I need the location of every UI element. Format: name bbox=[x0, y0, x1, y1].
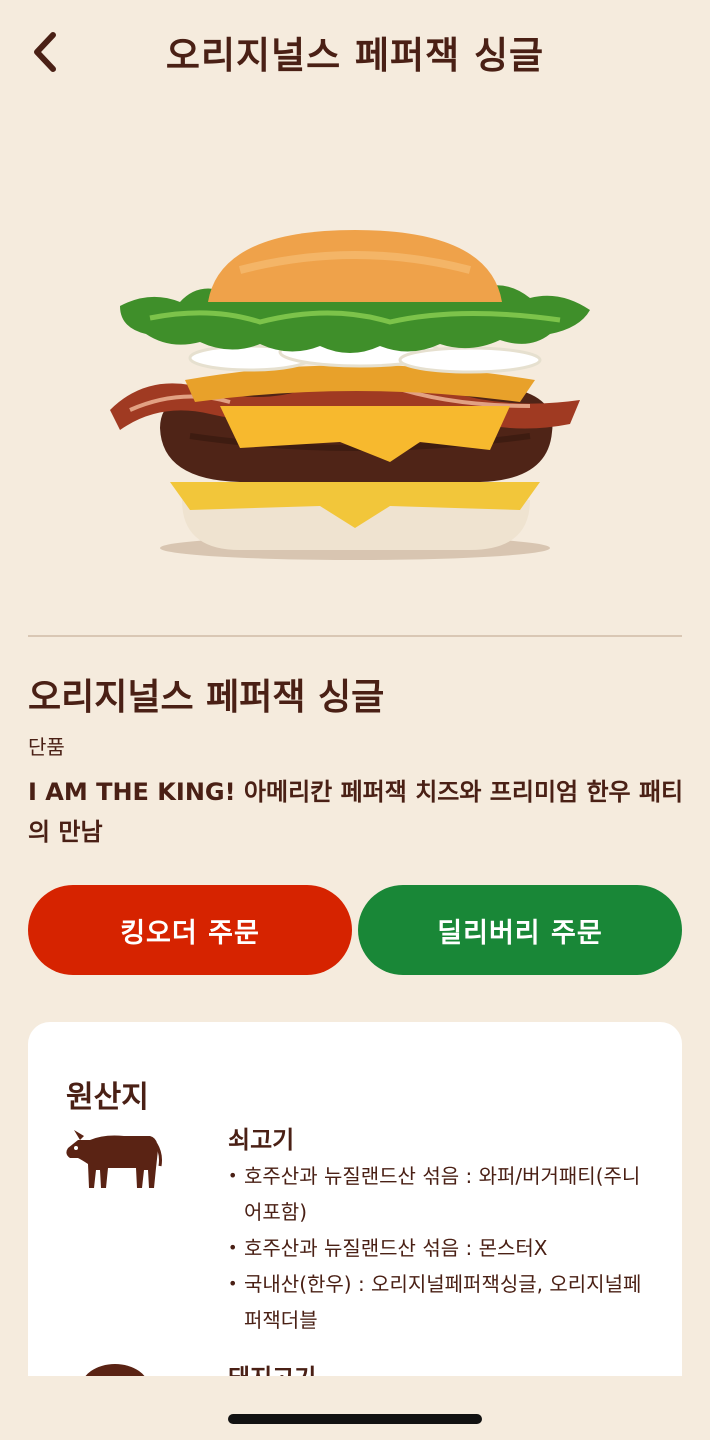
cow-icon bbox=[66, 1130, 162, 1188]
origin-card: 원산지 쇠고기 호주산과 뉴질랜드산 섞음 : 와퍼/버거패티(주니어포함) 호… bbox=[28, 1022, 682, 1376]
delivery-order-button[interactable]: 딜리버리 주문 bbox=[358, 885, 682, 975]
chevron-left-icon bbox=[34, 32, 56, 72]
page-title: 오리지널스 페퍼잭 싱글 bbox=[165, 34, 545, 77]
burger-image bbox=[110, 230, 590, 560]
back-button[interactable] bbox=[24, 26, 64, 78]
list-item: 호주산과 뉴질랜드산 섞음 : 와퍼/버거패티(주니어포함) bbox=[228, 1158, 658, 1230]
list-item: 국내산(한우) : 오리지널페퍼잭싱글, 오리지널페퍼잭더블 bbox=[228, 1266, 658, 1338]
product-description: I AM THE KING! 아메리칸 페퍼잭 치즈와 프리미엄 한우 패티의 … bbox=[28, 778, 684, 846]
beef-origin-list: 호주산과 뉴질랜드산 섞음 : 와퍼/버거패티(주니어포함) 호주산과 뉴질랜드… bbox=[228, 1158, 658, 1338]
king-order-button[interactable]: 킹오더 주문 bbox=[28, 885, 352, 975]
pig-icon bbox=[85, 1364, 145, 1376]
product-type: 단품 bbox=[28, 735, 65, 759]
divider bbox=[28, 635, 682, 637]
list-item: 호주산과 뉴질랜드산 섞음 : 몬스터X bbox=[228, 1230, 658, 1266]
product-name: 오리지널스 페퍼잭 싱글 bbox=[28, 677, 385, 718]
beef-title: 쇠고기 bbox=[228, 1126, 295, 1154]
home-indicator bbox=[228, 1414, 482, 1424]
pork-title: 돼지고기 bbox=[228, 1358, 316, 1376]
origin-heading: 원산지 bbox=[66, 1080, 149, 1115]
top-bar: 오리지널스 페퍼잭 싱글 bbox=[0, 0, 710, 104]
